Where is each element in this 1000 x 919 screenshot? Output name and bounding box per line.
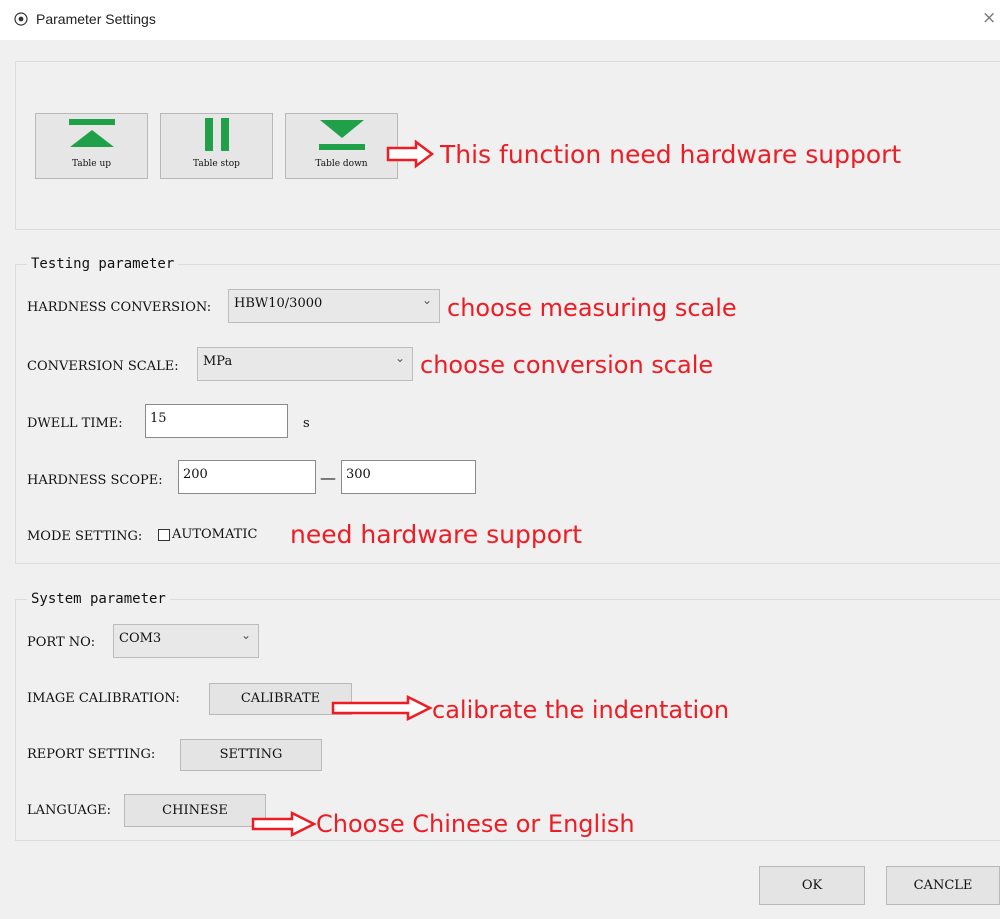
table-up-label: Table up — [71, 159, 112, 169]
cancel-button[interactable]: CANCLE — [886, 866, 1000, 905]
measuring-scale-note: choose measuring scale — [447, 294, 737, 322]
table-stop-button[interactable]: Table stop — [160, 113, 273, 179]
annotation-arrow-icon — [386, 139, 435, 169]
dwell-time-value: 15 — [150, 411, 167, 426]
hardness-conversion-value: HBW10/3000 — [234, 296, 323, 311]
language-label: LANGUAGE: — [27, 803, 111, 818]
annotation-arrow-icon — [251, 810, 317, 838]
title-bar: Parameter Settings × — [0, 0, 1000, 40]
chevron-down-icon: ⌄ — [240, 628, 251, 642]
hardness-scope-max-input[interactable]: 300 — [341, 460, 476, 494]
table-down-button[interactable]: Table down — [285, 113, 398, 179]
dwell-time-label: DWELL TIME: — [27, 416, 123, 431]
arrow-down-icon — [319, 120, 365, 150]
hardware-support-note: This function need hardware support — [440, 140, 902, 169]
hardness-scope-label: HARDNESS SCOPE: — [27, 473, 163, 488]
language-button[interactable]: CHINESE — [124, 794, 266, 827]
calibrate-note: calibrate the indentation — [432, 696, 730, 724]
conversion-scale-note: choose conversion scale — [420, 351, 714, 379]
system-parameter-legend: System parameter — [27, 591, 170, 607]
mode-setting-label: MODE SETTING: — [27, 529, 143, 544]
annotation-arrow-icon — [331, 694, 433, 722]
report-setting-button[interactable]: SETTING — [180, 739, 322, 771]
testing-parameter-legend: Testing parameter — [27, 256, 179, 272]
pause-icon — [205, 118, 229, 151]
report-setting-label: REPORT SETTING: — [27, 747, 156, 762]
arrow-up-icon — [69, 119, 115, 147]
close-icon[interactable]: × — [982, 8, 996, 28]
hardness-scope-min-input[interactable]: 200 — [178, 460, 316, 494]
conversion-scale-value: MPa — [203, 354, 233, 369]
automatic-checkbox[interactable] — [158, 529, 170, 541]
dwell-time-unit: s — [303, 416, 310, 431]
table-stop-label: Table stop — [193, 159, 240, 169]
port-no-select[interactable]: COM3 ⌄ — [113, 624, 259, 658]
conversion-scale-select[interactable]: MPa ⌄ — [197, 347, 413, 381]
hardness-scope-max-value: 300 — [346, 467, 371, 482]
hardness-conversion-select[interactable]: HBW10/3000 ⌄ — [228, 289, 440, 323]
automatic-checkbox-label[interactable]: AUTOMATIC — [172, 527, 257, 542]
port-no-value: COM3 — [119, 631, 162, 646]
language-note: Choose Chinese or English — [316, 810, 635, 838]
table-down-label: Table down — [315, 159, 368, 169]
dwell-time-input[interactable]: 15 — [145, 404, 288, 438]
hardness-scope-min-value: 200 — [183, 467, 208, 482]
conversion-scale-label: CONVERSION SCALE: — [27, 359, 179, 374]
table-up-button[interactable]: Table up — [35, 113, 148, 179]
chevron-down-icon: ⌄ — [421, 293, 432, 307]
window-title: Parameter Settings — [36, 11, 156, 27]
port-no-label: PORT NO: — [27, 635, 96, 650]
image-calibration-label: IMAGE CALIBRATION: — [27, 691, 180, 706]
ok-button[interactable]: OK — [759, 866, 865, 905]
mode-hardware-note: need hardware support — [290, 520, 583, 549]
range-dash: — — [320, 468, 336, 487]
hardness-conversion-label: HARDNESS CONVERSION: — [27, 300, 212, 315]
chevron-down-icon: ⌄ — [394, 351, 405, 365]
app-icon — [14, 12, 28, 26]
